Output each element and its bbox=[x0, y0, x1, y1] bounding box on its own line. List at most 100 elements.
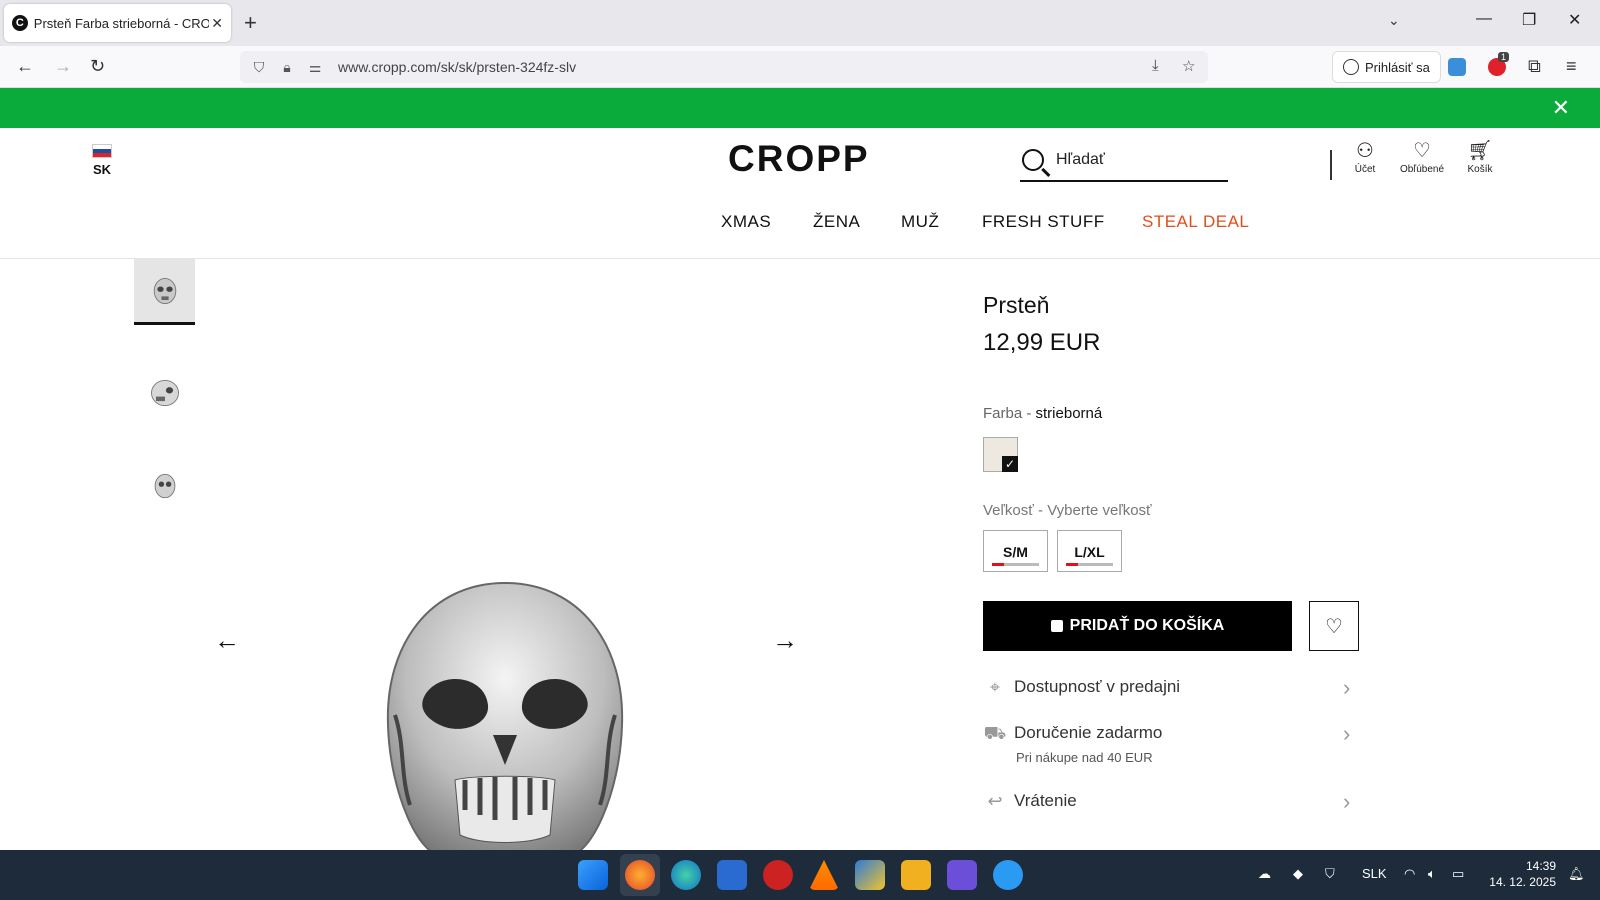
stock-level-bar bbox=[992, 563, 1039, 566]
help-icon[interactable] bbox=[993, 860, 1023, 890]
size-label: Veľkosť - Vyberte veľkosť bbox=[983, 502, 1152, 519]
header-divider bbox=[1330, 150, 1332, 180]
add-to-favorites-button[interactable]: ♡ bbox=[1309, 601, 1359, 651]
extension-icon[interactable]: ⧉ bbox=[1528, 56, 1541, 77]
url-bar[interactable]: ⛉ 🔒︎ ⚌ www.cropp.com/sk/sk/prsten-324fz-… bbox=[240, 51, 1208, 83]
security-icon[interactable]: ⛉ bbox=[1325, 866, 1335, 882]
nav-item-muz[interactable]: MUŽ bbox=[901, 212, 939, 232]
bookmark-star-icon[interactable]: ☆ bbox=[1182, 57, 1195, 75]
browser-tab[interactable]: C Prsteň Farba strieborná - CROPP ✕ bbox=[4, 4, 231, 42]
skull-ring-thumbnail-image bbox=[154, 473, 175, 499]
delivery-label: Doručenie zadarmo bbox=[1014, 723, 1163, 742]
size-option-s-m[interactable]: S/M bbox=[983, 530, 1048, 572]
windows-start-icon[interactable] bbox=[578, 860, 608, 890]
store-availability-label: Dostupnosť v predajni bbox=[1014, 677, 1181, 696]
product-title: Prsteň bbox=[983, 292, 1050, 318]
forward-icon[interactable]: → bbox=[54, 56, 72, 77]
nav-item-steal-deal[interactable]: STEAL DEAL bbox=[1142, 212, 1249, 232]
new-tab-button[interactable]: + bbox=[244, 10, 257, 36]
save-page-icon[interactable]: ⤓ bbox=[1152, 57, 1159, 74]
list-all-tabs-icon[interactable]: ⌄ bbox=[1388, 12, 1400, 29]
add-to-cart-button[interactable]: PRIDAŤ DO KOŠÍKA bbox=[983, 601, 1292, 651]
permissions-icon[interactable]: ⚌ bbox=[306, 59, 324, 76]
color-label-line: Farba - strieborná bbox=[983, 405, 1102, 422]
volume-icon[interactable]: 🔈︎ bbox=[1428, 866, 1436, 882]
adblock-icon[interactable]: 1 bbox=[1488, 52, 1510, 76]
cart-icon: 🛒︎ bbox=[1467, 140, 1493, 162]
browser-tabstrip: C Prsteň Farba strieborná - CROPP ✕ + ⌄ … bbox=[0, 0, 1600, 46]
onedrive-icon[interactable]: ☁ bbox=[1258, 866, 1271, 882]
vlc-icon[interactable] bbox=[809, 860, 839, 890]
account-link[interactable]: ⚇ Účet bbox=[1335, 138, 1395, 175]
product-thumbnail[interactable] bbox=[134, 360, 195, 426]
tab-close-icon[interactable]: ✕ bbox=[211, 15, 223, 32]
chevron-right-icon: › bbox=[1343, 721, 1351, 746]
app-icon[interactable] bbox=[901, 860, 931, 890]
extension-bird-icon[interactable] bbox=[1448, 58, 1466, 76]
cart-label: Košík bbox=[1467, 164, 1493, 175]
notification-bell-icon[interactable]: 🔔︎ bbox=[1568, 866, 1585, 882]
account-label: Účet bbox=[1354, 164, 1376, 175]
color-value: strieborná bbox=[1035, 405, 1103, 422]
account-icon bbox=[1343, 59, 1359, 75]
python-icon[interactable] bbox=[855, 860, 885, 890]
gallery-next-arrow-icon[interactable]: → bbox=[772, 625, 798, 656]
app-icon[interactable] bbox=[763, 860, 793, 890]
edge-icon[interactable] bbox=[671, 860, 701, 890]
shield-icon[interactable]: ⛉ bbox=[250, 59, 268, 76]
clock-time: 14:39 bbox=[1525, 859, 1556, 873]
skull-ring-thumbnail-image bbox=[153, 277, 176, 304]
product-info: Prsteň 12,99 EUR Farba - strieborná ✓ Ve… bbox=[983, 292, 1363, 814]
gallery-prev-arrow-icon[interactable]: ← bbox=[214, 625, 240, 656]
return-arrow-icon: ↩ bbox=[987, 791, 1003, 811]
checkmark-icon: ✓ bbox=[1002, 456, 1018, 472]
product-price: 12,99 EUR bbox=[983, 329, 1101, 356]
nav-item-zena[interactable]: ŽENA bbox=[813, 212, 860, 232]
tray-app-icon[interactable]: ◆ bbox=[1293, 866, 1303, 882]
size-option-l-xl[interactable]: L/XL bbox=[1057, 530, 1122, 572]
product-thumbnail[interactable] bbox=[134, 453, 195, 519]
back-icon[interactable]: ← bbox=[16, 56, 34, 77]
chevron-right-icon: › bbox=[1343, 675, 1351, 700]
banner-close-icon[interactable]: ✕ bbox=[1552, 95, 1570, 121]
extension-badge: 1 bbox=[1498, 52, 1510, 62]
app-icon[interactable] bbox=[947, 860, 977, 890]
cart-link[interactable]: 🛒︎ Košík bbox=[1450, 138, 1510, 175]
chevron-right-icon: › bbox=[1343, 789, 1351, 814]
battery-icon[interactable]: ▭ bbox=[1452, 866, 1464, 882]
nav-item-fresh-stuff[interactable]: FRESH STUFF bbox=[982, 212, 1105, 232]
size-option-label: L/XL bbox=[1074, 544, 1105, 560]
firefox-icon[interactable] bbox=[625, 860, 655, 890]
skull-ring-product-image bbox=[386, 581, 624, 855]
reload-icon[interactable]: ↻ bbox=[90, 56, 105, 77]
size-option-label: S/M bbox=[1003, 544, 1028, 560]
lock-icon[interactable]: 🔒︎ bbox=[278, 59, 296, 76]
color-swatch[interactable]: ✓ bbox=[983, 437, 1018, 472]
wifi-icon[interactable]: ◠ bbox=[1404, 866, 1415, 882]
microsoft-store-icon[interactable] bbox=[717, 860, 747, 890]
signin-label: Prihlásiť sa bbox=[1365, 59, 1430, 75]
nav-item-xmas[interactable]: XMAS bbox=[721, 212, 771, 232]
cropp-logo[interactable]: CROPP bbox=[728, 138, 870, 180]
returns-label: Vrátenie bbox=[1014, 791, 1077, 810]
country-code: SK bbox=[92, 162, 112, 177]
delivery-truck-icon: ⛟ bbox=[983, 723, 1007, 743]
signin-button[interactable]: Prihlásiť sa bbox=[1332, 51, 1441, 83]
location-pin-icon: ⌖ bbox=[989, 677, 1001, 697]
product-thumbnail[interactable] bbox=[134, 259, 195, 325]
restore-icon[interactable]: ❐ bbox=[1522, 10, 1536, 30]
window-close-icon[interactable]: ✕ bbox=[1568, 10, 1581, 30]
clock[interactable]: 14:39 14. 12. 2025 bbox=[1486, 858, 1556, 890]
url-text[interactable]: www.cropp.com/sk/sk/prsten-324fz-slv bbox=[338, 59, 576, 75]
favorites-link[interactable]: ♡ Obľúbené bbox=[1392, 138, 1452, 175]
stock-level-bar bbox=[1066, 563, 1113, 566]
language-indicator[interactable]: SLK bbox=[1362, 866, 1387, 881]
favorites-label: Obľúbené bbox=[1399, 164, 1445, 175]
search-field[interactable]: Hľadať bbox=[1020, 140, 1228, 182]
stock-level-fill bbox=[1066, 563, 1078, 566]
country-selector[interactable]: SK bbox=[92, 144, 112, 177]
menu-icon[interactable]: ≡ bbox=[1566, 56, 1577, 77]
add-to-cart-label: PRIDAŤ DO KOŠÍKA bbox=[1069, 617, 1225, 634]
minimize-icon[interactable]: — bbox=[1476, 10, 1492, 28]
search-icon bbox=[1022, 149, 1044, 171]
